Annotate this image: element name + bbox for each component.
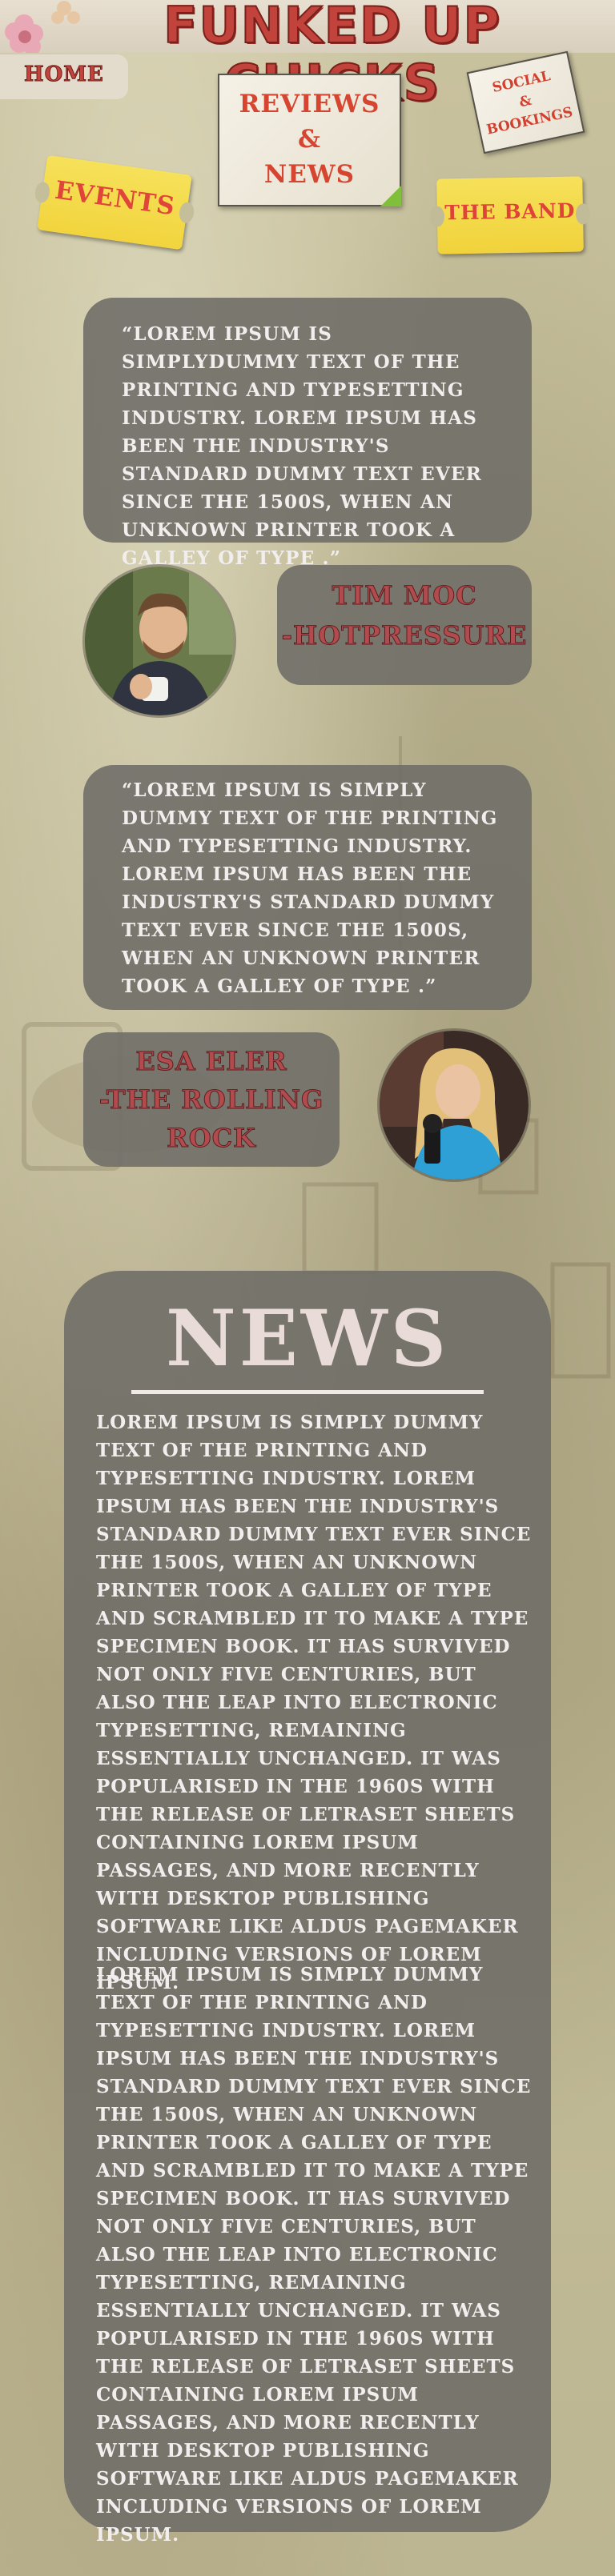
man-photo-icon: [85, 567, 234, 715]
news-heading: NEWS: [165, 1293, 450, 1384]
review-quote-1: “LOREM IPSUM IS SIMPLYDUMMY TEXT OF THE …: [122, 323, 482, 569]
reviewer-source-2-line2: ROCK: [167, 1123, 256, 1154]
corner-leaf-icon: [380, 186, 401, 206]
woman-photo-icon: [380, 1031, 529, 1180]
reviews-word: REVIEWS: [239, 90, 380, 118]
reviewer-name-1: TIM MOC: [332, 580, 477, 611]
events-label: EVENTS: [53, 175, 178, 222]
review-quote-2: “LOREM IPSUM IS SIMPLY DUMMY TEXT OF THE…: [122, 779, 498, 997]
reviews-news-label: REVIEWS & NEWS: [219, 86, 400, 192]
reviewer-source-1: -HOTPRESSURE: [281, 620, 528, 651]
news-divider: [131, 1390, 484, 1394]
social-bookings-label: SOCIAL & BOOKINGS: [470, 62, 581, 142]
reviewer-name-2: ESA ELER: [135, 1046, 287, 1077]
news-paragraph-1: LOREM IPSUM IS SIMPLY DUMMY TEXT OF THE …: [96, 1412, 532, 1993]
reviewer-source-2: -THE ROLLING: [98, 1084, 324, 1116]
reviewer-avatar-2: [380, 1031, 529, 1180]
news-word: NEWS: [263, 160, 356, 189]
ampersand: &: [298, 125, 321, 154]
the-band-ticket-button[interactable]: THE BAND: [436, 176, 584, 254]
news-paragraph-2: LOREM IPSUM IS SIMPLY DUMMY TEXT OF THE …: [96, 1964, 532, 2546]
events-ticket-button[interactable]: EVENTS: [37, 154, 192, 250]
reviews-news-card[interactable]: REVIEWS & NEWS: [218, 74, 401, 206]
home-link[interactable]: HOME: [24, 62, 104, 87]
the-band-label: THE BAND: [444, 198, 576, 225]
reviewer-avatar-1: [85, 567, 234, 715]
